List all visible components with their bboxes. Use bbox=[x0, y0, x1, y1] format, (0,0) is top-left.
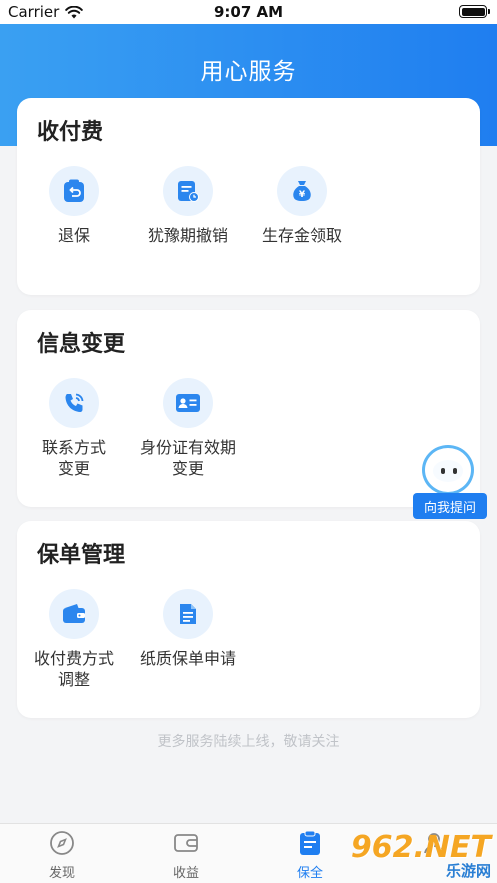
tab-label: 发现 bbox=[48, 866, 75, 881]
tab-label: 收益 bbox=[172, 866, 199, 881]
id-card-icon bbox=[163, 378, 213, 428]
status-bar: Carrier 9:07 AM bbox=[0, 0, 497, 24]
section-title: 收付费 bbox=[37, 120, 104, 145]
section-title: 保单管理 bbox=[37, 543, 126, 568]
service-item-surrender[interactable]: 退保 bbox=[17, 166, 131, 246]
document-icon bbox=[163, 589, 213, 639]
return-icon bbox=[49, 166, 99, 216]
section-card-info-change: 信息变更 联系方式 变更 身份证有效期 变更 bbox=[17, 310, 480, 507]
tab-discover[interactable]: 发现 bbox=[0, 830, 124, 881]
tab-earnings[interactable]: 收益 bbox=[124, 830, 248, 881]
assistant-avatar-icon bbox=[422, 445, 474, 495]
watermark-logo: 962.NET bbox=[350, 830, 491, 865]
service-item-cooling-off-cancel[interactable]: 犹豫期撤销 bbox=[131, 166, 245, 246]
page-title: 用心服务 bbox=[200, 59, 297, 85]
assistant-float-button[interactable]: 向我提问 bbox=[413, 445, 487, 520]
service-item-contact-change[interactable]: 联系方式 变更 bbox=[17, 378, 131, 479]
battery-icon bbox=[459, 5, 490, 18]
service-item-label: 生存金领取 bbox=[261, 226, 342, 245]
status-time: 9:07 AM bbox=[213, 3, 284, 21]
document-clock-icon bbox=[163, 166, 213, 216]
phone-icon bbox=[49, 378, 99, 428]
wallet-icon bbox=[49, 589, 99, 639]
footer-note: 更多服务陆续上线，敬请关注 bbox=[157, 734, 340, 750]
watermark-text: 乐游网 bbox=[445, 862, 491, 880]
service-item-id-validity-change[interactable]: 身份证有效期 变更 bbox=[131, 378, 245, 479]
section-title: 信息变更 bbox=[37, 332, 126, 357]
tab-bar: 发现 收益 保全 962.NET 乐游网 bbox=[0, 823, 497, 883]
wallet-outline-icon bbox=[173, 830, 199, 856]
service-item-label: 收付费方式 调整 bbox=[33, 649, 114, 689]
service-item-paper-policy-request[interactable]: 纸质保单申请 bbox=[131, 589, 245, 669]
money-bag-icon: ¥ bbox=[277, 166, 327, 216]
ask-me-button[interactable]: 向我提问 bbox=[413, 493, 487, 519]
section-card-payment: 收付费 退保 犹豫期撤销 ¥ 生存金领取 bbox=[17, 98, 480, 295]
service-item-label: 纸质保单申请 bbox=[139, 649, 236, 668]
service-item-label: 身份证有效期 变更 bbox=[139, 438, 236, 478]
watermark: 962.NET 乐游网 bbox=[350, 830, 491, 880]
clipboard-icon bbox=[297, 830, 323, 856]
service-item-label: 联系方式 变更 bbox=[41, 438, 106, 478]
section-card-policy-management: 保单管理 收付费方式 调整 纸质保单申请 bbox=[17, 521, 480, 718]
service-item-survival-benefit[interactable]: ¥ 生存金领取 bbox=[245, 166, 359, 246]
service-item-label: 犹豫期撤销 bbox=[147, 226, 228, 245]
compass-icon bbox=[49, 830, 75, 856]
svg-text:¥: ¥ bbox=[299, 190, 306, 200]
service-item-payment-method-adjust[interactable]: 收付费方式 调整 bbox=[17, 589, 131, 690]
service-item-label: 退保 bbox=[57, 226, 90, 245]
